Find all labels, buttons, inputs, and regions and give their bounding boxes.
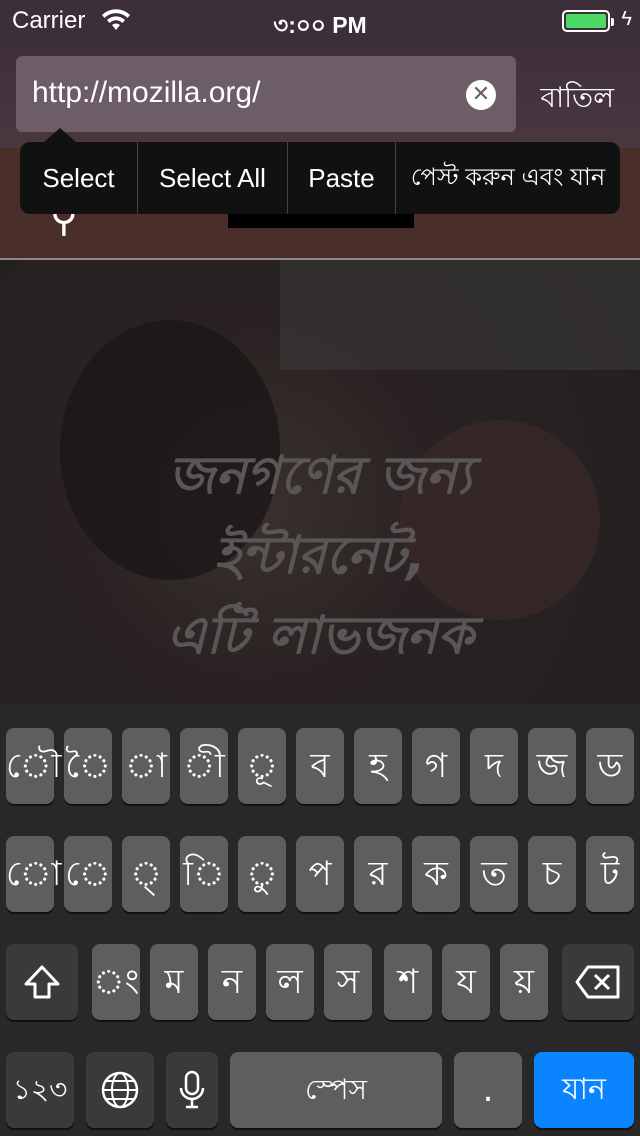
key[interactable]: শ (384, 944, 432, 1020)
hero-image: জনগণের জন্য ইন্টারনেট, এটি লাভজনক (0, 260, 640, 704)
key[interactable]: ট (586, 836, 634, 912)
shift-key[interactable] (6, 944, 78, 1020)
clear-icon[interactable]: ✕ (466, 80, 496, 110)
select-all-menu-item[interactable]: Select All (138, 142, 288, 214)
backspace-icon (575, 965, 620, 999)
key[interactable]: ড (586, 728, 634, 804)
url-text[interactable]: http://mozilla.org/ (32, 76, 260, 110)
key[interactable]: চ (528, 836, 576, 912)
key[interactable]: দ (470, 728, 518, 804)
key[interactable]: ত (470, 836, 518, 912)
cancel-button[interactable]: বাতিল (540, 76, 614, 123)
key[interactable]: ন (208, 944, 256, 1020)
key[interactable]: ্ (122, 836, 170, 912)
key[interactable]: জ (528, 728, 576, 804)
key[interactable]: ৌ (6, 728, 61, 804)
period-key[interactable]: . (454, 1052, 522, 1128)
edit-menu: Select Select All Paste পেস্ট করুন এবং য… (20, 128, 620, 214)
go-key[interactable]: যান (534, 1052, 634, 1128)
key[interactable]: ল (266, 944, 314, 1020)
hero-headline: জনগণের জন্য ইন্টারনেট, এটি লাভজনক (0, 436, 640, 676)
key[interactable]: ী (180, 728, 228, 804)
key[interactable]: গ (412, 728, 460, 804)
hero-line: ইন্টারনেট, (214, 526, 426, 586)
charging-icon: ϟ (621, 8, 632, 30)
delete-key[interactable] (562, 944, 634, 1020)
key[interactable]: ো (6, 836, 62, 912)
space-key[interactable]: স্পেস (230, 1052, 442, 1128)
key[interactable]: ৈ (64, 728, 112, 804)
microphone-icon (179, 1070, 205, 1109)
key[interactable]: া (122, 728, 170, 804)
dictation-key[interactable] (166, 1052, 218, 1128)
key[interactable]: ম (150, 944, 198, 1020)
status-bar: Carrier ৩:০০ PM ϟ (0, 0, 640, 40)
key[interactable]: স (324, 944, 372, 1020)
hero-line: জনগণের জন্য (168, 446, 472, 506)
shift-icon (24, 965, 60, 999)
paste-and-go-menu-item[interactable]: পেস্ট করুন এবং যান (396, 142, 620, 214)
key[interactable]: ূ (238, 728, 286, 804)
url-bar-container: http://mozilla.org/ ✕ বাতিল (0, 40, 640, 148)
keyboard: ৌ ৈ া ী ূ ব হ গ দ জ ড ো ে ্ ি ু প র ক ত … (0, 704, 640, 1136)
paste-menu-item[interactable]: Paste (288, 142, 396, 214)
key[interactable]: প (296, 836, 344, 912)
select-menu-item[interactable]: Select (20, 142, 138, 214)
globe-icon (101, 1071, 139, 1109)
key[interactable]: ক (412, 836, 460, 912)
url-field[interactable]: http://mozilla.org/ ✕ (16, 56, 516, 132)
key[interactable]: য (442, 944, 490, 1020)
hero-line: এটি লাভজনক (166, 606, 474, 666)
key[interactable]: ি (180, 836, 228, 912)
key[interactable]: ু (238, 836, 286, 912)
key[interactable]: ব (296, 728, 344, 804)
key[interactable]: র (354, 836, 402, 912)
key[interactable]: ে (64, 836, 112, 912)
key[interactable]: হ (354, 728, 402, 804)
battery-icon (562, 10, 614, 32)
key[interactable]: য় (500, 944, 548, 1020)
numbers-key[interactable]: ১২৩ (6, 1052, 74, 1128)
key[interactable]: ং (92, 944, 140, 1020)
globe-key[interactable] (86, 1052, 154, 1128)
